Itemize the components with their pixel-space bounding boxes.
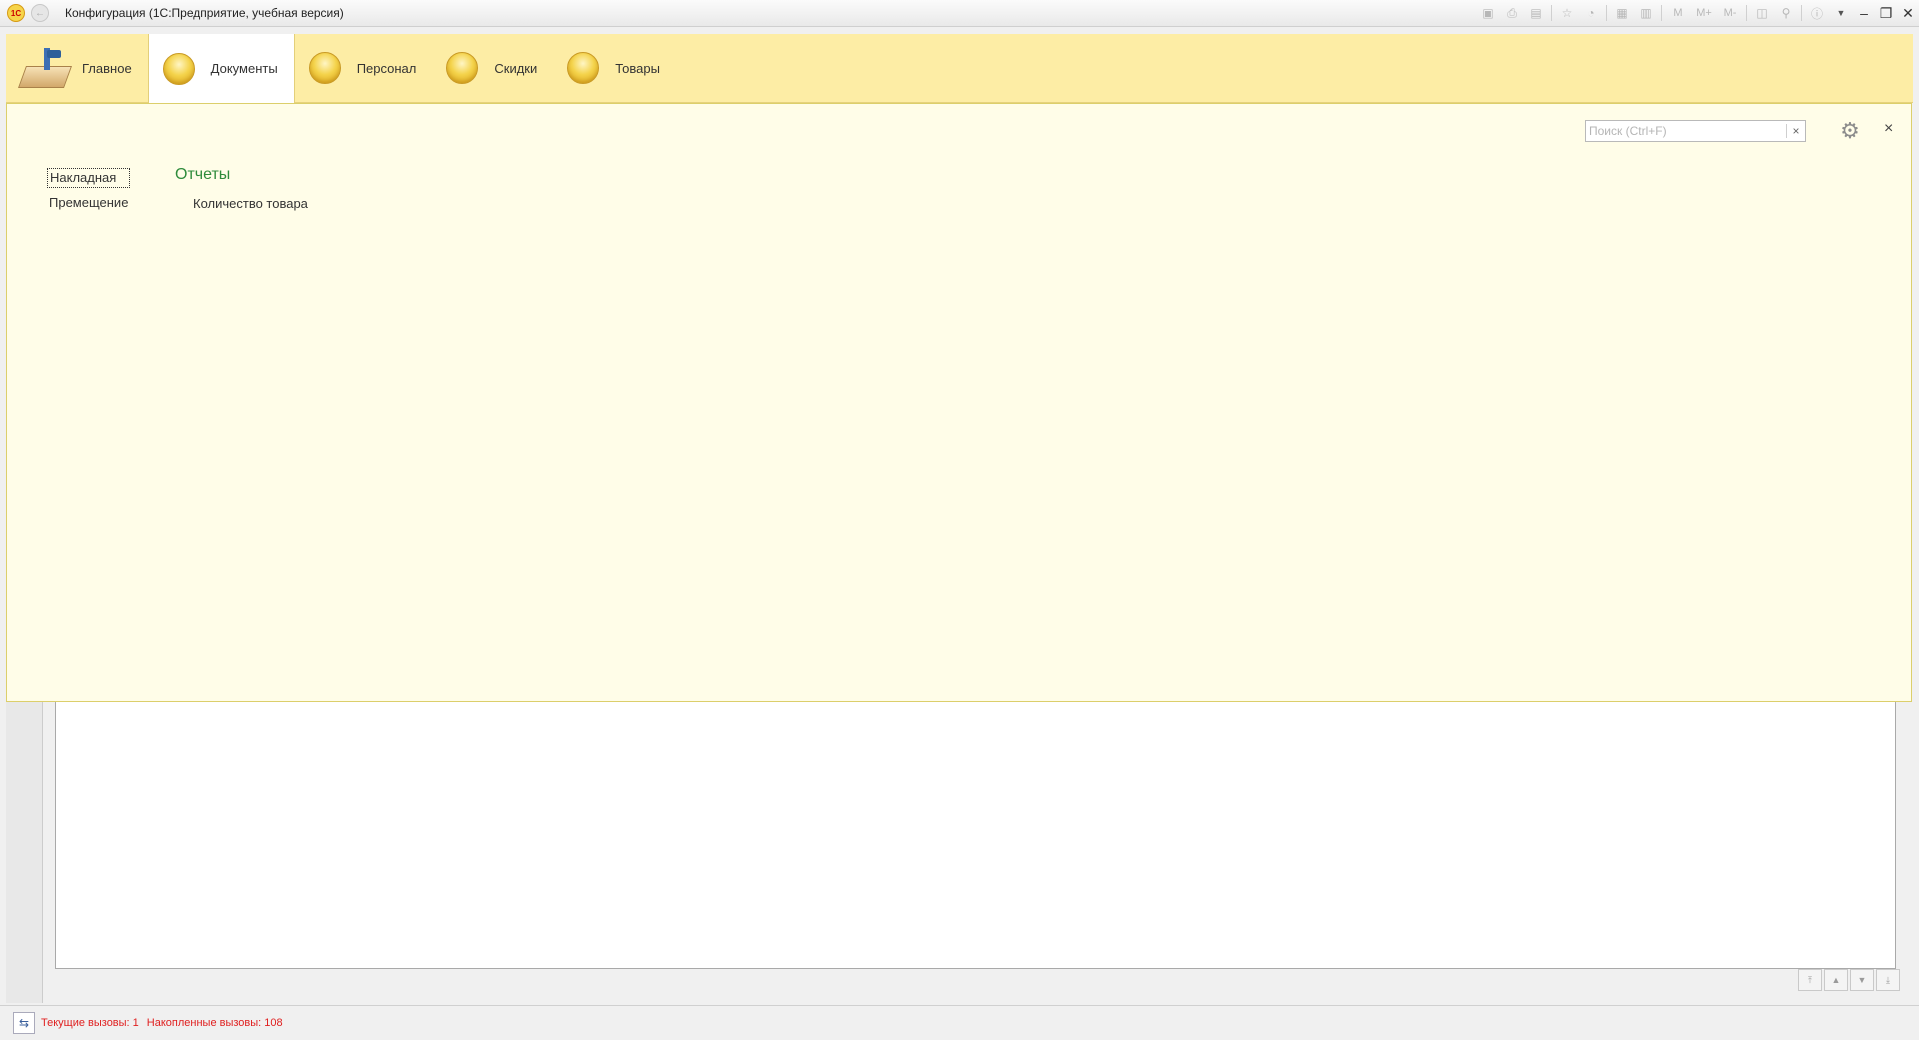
favorites-icon[interactable]: ☆ <box>1557 4 1577 22</box>
scroll-top-icon[interactable]: ⤒ <box>1798 969 1822 991</box>
window-title: Конфигурация (1С:Предприятие, учебная ве… <box>65 6 344 20</box>
memory-plus-button[interactable]: M+ <box>1693 4 1715 22</box>
toolbar-divider <box>1746 5 1747 21</box>
print-icon[interactable]: ⎙ <box>1502 4 1522 22</box>
toolbar-divider <box>1801 5 1802 21</box>
close-window-button[interactable]: ✕ <box>1897 2 1919 24</box>
yellow-circle-icon <box>308 52 341 84</box>
section-personnel[interactable]: Персонал <box>295 34 433 102</box>
function-panel: × ⚙ × Накладная Премещение Отчеты Количе… <box>6 103 1912 702</box>
chevron-down-icon[interactable]: ▼ <box>1831 4 1851 22</box>
current-calls-text: Текущие вызовы: 1 <box>41 1017 139 1029</box>
server-calls-icon[interactable]: ⇆ <box>13 1012 35 1034</box>
section-documents[interactable]: Документы <box>147 34 295 103</box>
section-goods[interactable]: Товары <box>553 34 676 102</box>
scroll-up-icon[interactable]: ▲ <box>1824 969 1848 991</box>
calendar-icon[interactable]: ▥ <box>1636 4 1656 22</box>
yellow-circle-icon <box>567 52 600 84</box>
desk-lamp-icon <box>17 46 73 90</box>
section-main[interactable]: Главное <box>6 34 148 102</box>
restore-button[interactable]: ❐ <box>1875 2 1897 24</box>
search-input[interactable] <box>1586 121 1786 141</box>
reports-group: Отчеты Количество товара <box>175 166 308 211</box>
section-label: Скидки <box>494 60 538 76</box>
scroll-bottom-icon[interactable]: ⤓ <box>1876 969 1900 991</box>
history-icon[interactable]: ◔ <box>1581 4 1601 22</box>
minimize-button[interactable]: – <box>1853 2 1875 24</box>
report-goods-quantity[interactable]: Количество товара <box>193 196 308 211</box>
section-label: Товары <box>615 60 660 76</box>
layout-icon[interactable]: ◫ <box>1752 4 1772 22</box>
search-box: × <box>1585 120 1806 142</box>
accumulated-calls-text: Накопленные вызовы: 108 <box>146 1017 283 1029</box>
scroll-down-icon[interactable]: ▼ <box>1850 969 1874 991</box>
clear-search-icon[interactable]: × <box>1786 124 1805 138</box>
yellow-circle-icon <box>446 52 479 84</box>
work-area <box>55 702 1896 969</box>
info-icon[interactable]: ⓘ <box>1807 4 1827 22</box>
sections-panel: Главное Документы Персонал Скидки Товары <box>6 34 1913 103</box>
memory-minus-button[interactable]: M- <box>1719 4 1741 22</box>
title-bar: 1С ← Конфигурация (1С:Предприятие, учебн… <box>0 0 1919 27</box>
save-icon[interactable]: ▣ <box>1478 4 1498 22</box>
section-discounts[interactable]: Скидки <box>432 34 553 102</box>
settings-gear-icon[interactable]: ⚙ <box>1837 118 1863 143</box>
titlebar-tools: ▣ ⎙ ▤ ☆ ◔ ▦ ▥ M M+ M- ◫ ⚲ ⓘ ▼ – ❐ ✕ <box>1476 0 1919 26</box>
left-panel-strip <box>6 702 43 1003</box>
pin-icon[interactable]: ⚲ <box>1776 4 1796 22</box>
documents-list: Накладная Премещение <box>47 168 131 218</box>
calculator-icon[interactable]: ▦ <box>1612 4 1632 22</box>
section-label: Документы <box>210 61 278 76</box>
app-logo-icon[interactable]: 1С <box>7 4 25 22</box>
toolbar-divider <box>1606 5 1607 21</box>
status-bar: ⇆ Текущие вызовы: 1 Накопленные вызовы: … <box>0 1005 1919 1040</box>
nav-item-transfer[interactable]: Премещение <box>47 194 130 212</box>
close-panel-icon[interactable]: × <box>1884 120 1893 138</box>
preview-icon[interactable]: ▤ <box>1526 4 1546 22</box>
scroll-controls: ⤒ ▲ ▼ ⤓ <box>1796 969 1900 991</box>
toolbar-divider <box>1551 5 1552 21</box>
memory-button[interactable]: M <box>1667 4 1689 22</box>
section-label: Главное <box>82 60 132 76</box>
yellow-circle-icon <box>162 52 195 85</box>
back-arrow-icon[interactable]: ← <box>31 4 49 22</box>
nav-item-invoice[interactable]: Накладная <box>47 168 131 188</box>
toolbar-divider <box>1661 5 1662 21</box>
section-label: Персонал <box>356 60 417 76</box>
reports-title: Отчеты <box>175 166 231 183</box>
